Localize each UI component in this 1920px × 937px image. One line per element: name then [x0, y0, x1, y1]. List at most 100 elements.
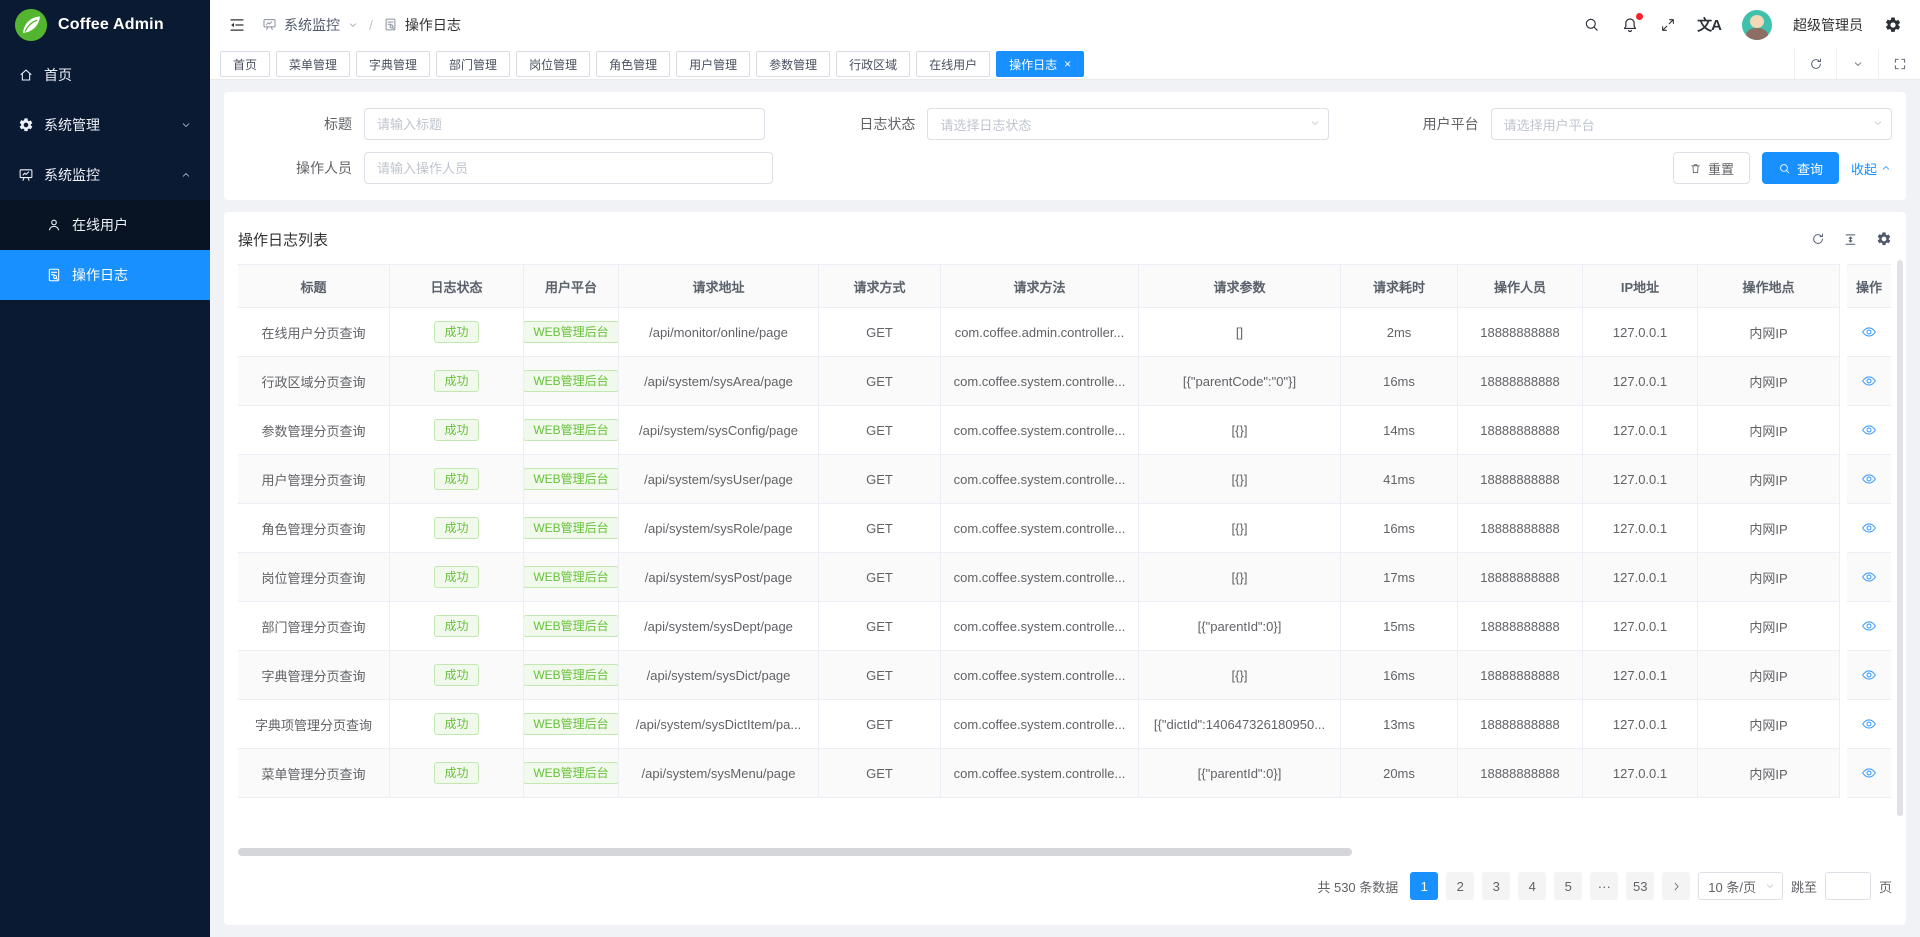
- cell-status: 成功: [390, 700, 524, 749]
- topbar-actions: 文A 超级管理员: [1583, 10, 1902, 40]
- tab-字典管理[interactable]: 字典管理: [356, 51, 430, 77]
- tab-用户管理[interactable]: 用户管理: [676, 51, 750, 77]
- page-button-1[interactable]: 1: [1410, 872, 1438, 900]
- cell-status: 成功: [390, 308, 524, 357]
- table-row: 行政区域分页查询成功WEB管理后台/api/system/sysArea/pag…: [238, 357, 1840, 406]
- sidebar-item-online-users[interactable]: 在线用户: [0, 200, 210, 250]
- page-button-5[interactable]: 5: [1554, 872, 1582, 900]
- cell-status: 成功: [390, 651, 524, 700]
- fullscreen-icon[interactable]: [1660, 17, 1676, 33]
- tab-角色管理[interactable]: 角色管理: [596, 51, 670, 77]
- jump-page-input[interactable]: [1825, 872, 1871, 900]
- cell-duration: 15ms: [1383, 619, 1415, 634]
- tab-首页[interactable]: 首页: [220, 51, 270, 77]
- platform-select[interactable]: 请选择用户平台: [1491, 108, 1892, 140]
- tab-在线用户[interactable]: 在线用户: [916, 51, 990, 77]
- page-button-3[interactable]: 3: [1482, 872, 1510, 900]
- breadcrumb-section[interactable]: 系统监控: [284, 15, 340, 35]
- view-detail-button[interactable]: [1861, 716, 1877, 732]
- cell-location: 内网IP: [1698, 308, 1840, 357]
- horizontal-scrollbar[interactable]: [238, 848, 1352, 856]
- page-button-4[interactable]: 4: [1518, 872, 1546, 900]
- page-button-2[interactable]: 2: [1446, 872, 1474, 900]
- table-tools: [1811, 231, 1892, 247]
- page-button-53[interactable]: 53: [1626, 872, 1654, 900]
- search-button[interactable]: 查询: [1762, 152, 1839, 184]
- tab-操作日志[interactable]: 操作日志×: [996, 51, 1084, 77]
- sidebar-item-label: 系统监控: [44, 165, 100, 185]
- settings-icon[interactable]: [1884, 16, 1902, 34]
- view-detail-button[interactable]: [1861, 471, 1877, 487]
- username[interactable]: 超级管理员: [1793, 15, 1863, 35]
- cell-ip: 127.0.0.1: [1583, 700, 1698, 749]
- cell-url: /api/system/sysUser/page: [644, 472, 793, 487]
- cell-url: /api/system/sysPost/page: [619, 553, 819, 602]
- table-row-action: [1847, 308, 1891, 357]
- cell-method: GET: [819, 749, 941, 798]
- eye-icon: [1861, 569, 1877, 585]
- cell-ip: 127.0.0.1: [1583, 602, 1698, 651]
- tab-菜单管理[interactable]: 菜单管理: [276, 51, 350, 77]
- operator-input[interactable]: [364, 152, 773, 184]
- column-header-platform: 用户平台: [524, 264, 619, 308]
- sidebar-item-operation-log[interactable]: 操作日志: [0, 250, 210, 300]
- table-row-action: [1847, 455, 1891, 504]
- app-logo[interactable]: Coffee Admin: [0, 0, 210, 50]
- maximize-content-button[interactable]: [1878, 49, 1920, 79]
- sidebar-item-home[interactable]: 首页: [0, 50, 210, 100]
- table-title: 操作日志列表: [238, 229, 328, 250]
- view-detail-button[interactable]: [1861, 569, 1877, 585]
- sidebar-item-system-monitor[interactable]: 系统监控: [0, 150, 210, 200]
- notification-dot: [1636, 13, 1643, 20]
- vertical-scrollbar[interactable]: [1897, 260, 1903, 816]
- pagination-ellipsis[interactable]: ···: [1590, 872, 1618, 900]
- table-row: 角色管理分页查询成功WEB管理后台/api/system/sysRole/pag…: [238, 504, 1840, 553]
- refresh-icon[interactable]: [1811, 231, 1825, 247]
- chevron-down-icon: [1872, 117, 1884, 129]
- collapse-sidebar-icon[interactable]: [228, 16, 246, 34]
- tab-行政区域[interactable]: 行政区域: [836, 51, 910, 77]
- translate-icon[interactable]: 文A: [1697, 14, 1721, 35]
- view-detail-button[interactable]: [1861, 373, 1877, 389]
- cell-ip: 127.0.0.1: [1583, 357, 1698, 406]
- cell-handler: com.coffee.system.controlle...: [954, 668, 1126, 683]
- page-size-value: 10 条/页: [1708, 877, 1756, 896]
- view-detail-button[interactable]: [1861, 667, 1877, 683]
- cell-ip: 127.0.0.1: [1613, 619, 1667, 634]
- cell-handler: com.coffee.system.controlle...: [954, 570, 1126, 585]
- tab-岗位管理[interactable]: 岗位管理: [516, 51, 590, 77]
- tab-部门管理[interactable]: 部门管理: [436, 51, 510, 77]
- cell-operator: 18888888888: [1458, 504, 1583, 553]
- close-icon[interactable]: ×: [1064, 58, 1071, 70]
- platform-badge: WEB管理后台: [524, 762, 619, 784]
- refresh-page-button[interactable]: [1794, 49, 1836, 79]
- avatar[interactable]: [1742, 10, 1772, 40]
- table-row-action: [1847, 651, 1891, 700]
- page-size-select[interactable]: 10 条/页: [1698, 872, 1783, 900]
- tab-参数管理[interactable]: 参数管理: [756, 51, 830, 77]
- view-detail-button[interactable]: [1861, 765, 1877, 781]
- cell-url: /api/system/sysRole/page: [644, 521, 792, 536]
- sidebar-item-system-management[interactable]: 系统管理: [0, 100, 210, 150]
- cell-action: [1847, 651, 1891, 700]
- status-select[interactable]: 请选择日志状态: [927, 108, 1328, 140]
- title-input[interactable]: [364, 108, 765, 140]
- view-detail-button[interactable]: [1861, 618, 1877, 634]
- density-icon[interactable]: [1843, 231, 1858, 247]
- column-settings-icon[interactable]: [1876, 231, 1892, 247]
- cell-duration: 2ms: [1387, 325, 1412, 340]
- cell-handler: com.coffee.admin.controller...: [941, 308, 1139, 357]
- view-detail-button[interactable]: [1861, 422, 1877, 438]
- sidebar: Coffee Admin 首页系统管理系统监控在线用户操作日志: [0, 0, 210, 937]
- view-detail-button[interactable]: [1861, 520, 1877, 536]
- notification-button[interactable]: [1621, 16, 1639, 34]
- collapse-filter-link[interactable]: 收起: [1851, 159, 1892, 178]
- reset-button[interactable]: 重置: [1673, 152, 1750, 184]
- status-badge: 成功: [434, 713, 478, 735]
- next-page-button[interactable]: [1662, 872, 1690, 900]
- view-detail-button[interactable]: [1861, 324, 1877, 340]
- tabs-dropdown-button[interactable]: [1836, 49, 1878, 79]
- cell-platform: WEB管理后台: [524, 308, 619, 357]
- cell-location: 内网IP: [1698, 700, 1840, 749]
- search-icon[interactable]: [1583, 16, 1600, 33]
